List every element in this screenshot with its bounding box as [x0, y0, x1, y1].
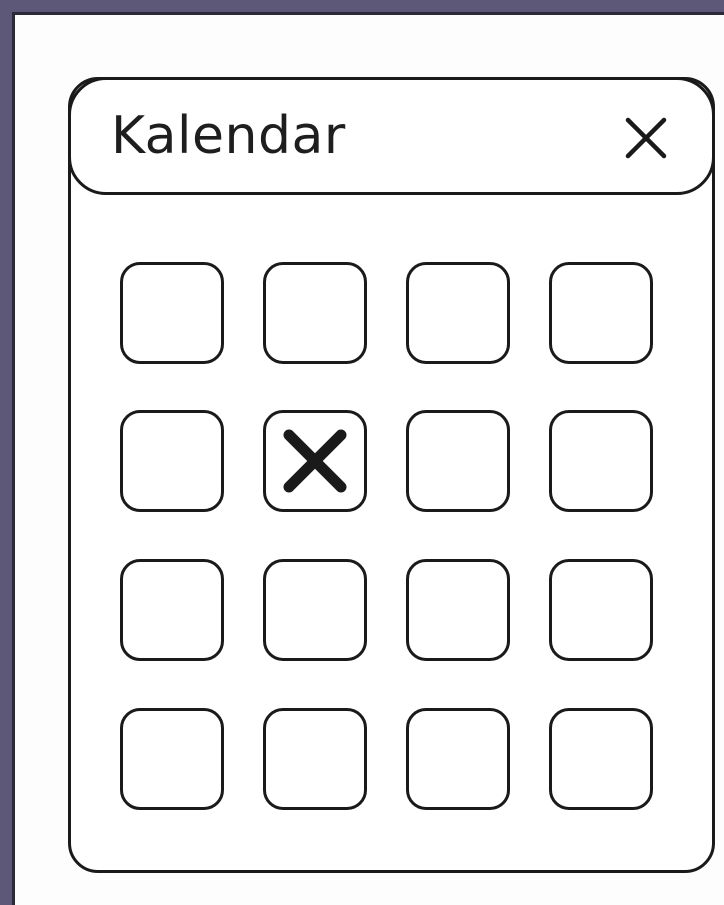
- calendar-day-cell[interactable]: [549, 410, 653, 512]
- calendar-day-cell[interactable]: [120, 559, 224, 661]
- calendar-day-cell[interactable]: [549, 559, 653, 661]
- calendar-day-cell[interactable]: [120, 410, 224, 512]
- calendar-day-cell[interactable]: [120, 262, 224, 364]
- x-mark-icon: [283, 429, 347, 493]
- calendar-day-cell[interactable]: [263, 262, 367, 364]
- calendar-day-cell[interactable]: [406, 262, 510, 364]
- close-button[interactable]: [618, 110, 674, 166]
- calendar-day-cell[interactable]: [120, 708, 224, 810]
- calendar-day-cell[interactable]: [406, 708, 510, 810]
- calendar-grid: [120, 262, 660, 818]
- close-icon: [625, 117, 667, 159]
- calendar-day-cell[interactable]: [549, 262, 653, 364]
- window-titlebar: Kalendar: [68, 77, 715, 195]
- calendar-day-cell[interactable]: [406, 559, 510, 661]
- calendar-day-cell[interactable]: [549, 708, 653, 810]
- calendar-day-cell[interactable]: [406, 410, 510, 512]
- calendar-day-cell[interactable]: [263, 708, 367, 810]
- calendar-day-cell[interactable]: [263, 559, 367, 661]
- window-title: Kalendar: [111, 106, 346, 166]
- calendar-day-cell[interactable]: [263, 410, 367, 512]
